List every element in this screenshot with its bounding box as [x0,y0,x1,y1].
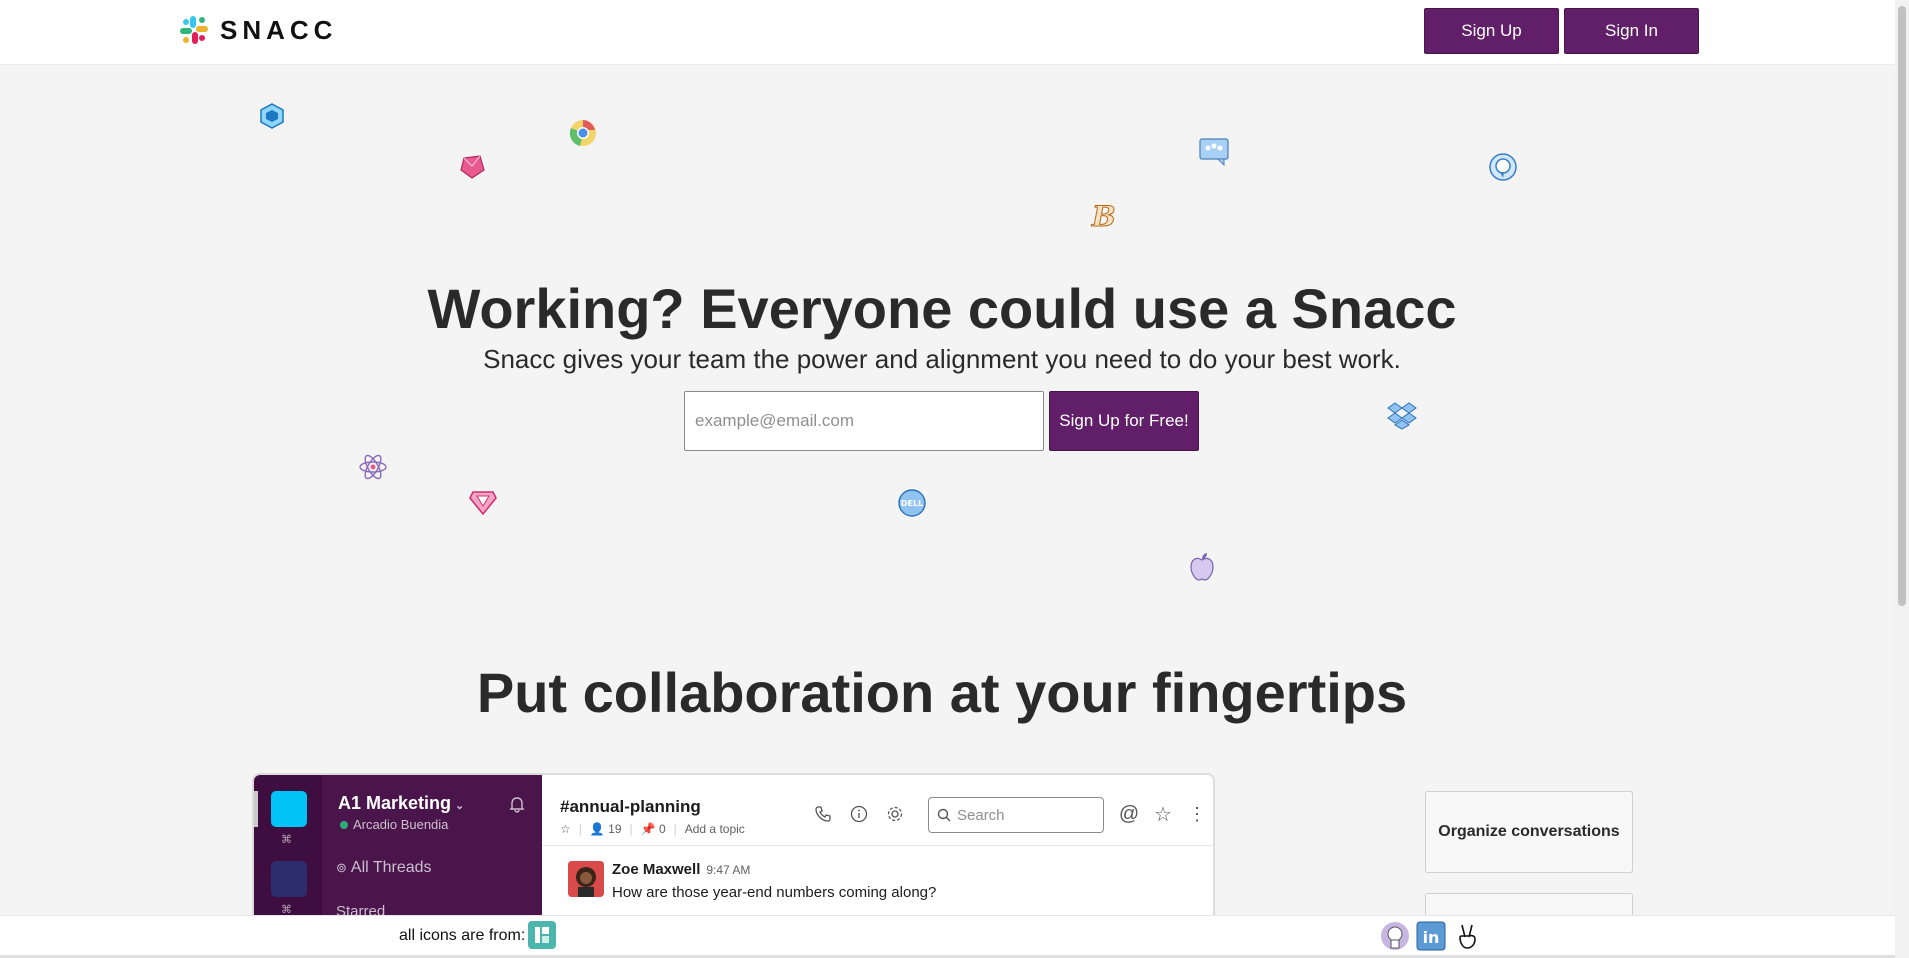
footer: all icons are from: in [0,915,1895,955]
webpack-icon [260,103,284,129]
hero-title: Working? Everyone could use a Snacc [427,277,1457,340]
all-threads-item[interactable]: ⊚ All Threads [336,859,432,877]
logo-text: SNACC [220,14,338,45]
amazon-alexa-icon [1489,153,1517,181]
pins-count[interactable]: 📌 0 [641,822,666,836]
team-chat-icon [1199,138,1229,167]
gear-icon[interactable] [884,803,906,825]
avatar[interactable] [568,861,604,897]
vertical-scrollbar[interactable] [1895,0,1909,958]
logo[interactable]: SNACC [178,14,337,46]
email-input[interactable] [684,391,1044,451]
chevron-down-icon: ⌄ [455,800,465,812]
sign-up-free-button[interactable]: Sign Up for Free! [1049,391,1199,451]
message-author[interactable]: Zoe Maxwell 9:47 AM [612,861,750,878]
workspace-2-icon[interactable] [271,861,307,897]
section-title: Put collaboration at your fingertips [476,661,1408,724]
current-user: Arcadio Buendia [340,817,448,832]
active-workspace-indicator [254,791,258,827]
dropbox-icon [1387,402,1417,430]
message-time: 9:47 AM [706,863,751,877]
hero-subtitle: Snacc gives your team the power and alig… [483,344,1401,374]
linkedin-icon[interactable]: in [1416,921,1446,951]
channel-name[interactable]: #annual-planning [560,797,701,817]
channel-search-input[interactable]: Search [928,797,1104,833]
at-mention-icon[interactable]: @ [1118,803,1140,825]
github-icon[interactable] [1380,921,1410,951]
svg-text:B: B [1091,200,1116,232]
svg-text:DELL: DELL [901,499,923,508]
angellist-icon[interactable] [1452,921,1482,951]
react-icon [359,454,387,480]
bootstrap-icon: B [1091,200,1117,233]
chrome-icon [569,120,596,146]
phone-icon[interactable] [812,803,834,825]
header-actions: @ ☆ ⋮ [1118,803,1208,826]
channel-meta: ☆ | 👤 19 | 📌 0 | Add a topic [560,822,745,836]
sign-up-button[interactable]: Sign Up [1424,8,1559,54]
team-name[interactable]: A1 Marketing ⌄ [338,793,464,814]
more-vertical-icon[interactable]: ⋮ [1186,803,1208,825]
search-placeholder: Search [957,806,1005,824]
dell-icon: DELL [898,489,926,517]
members-count[interactable]: 👤 19 [590,822,622,836]
workspace-1-icon[interactable] [271,791,307,827]
feature-card-organize[interactable]: Organize conversations [1425,791,1633,873]
svg-text:in: in [1423,928,1440,947]
info-icon[interactable] [848,803,870,825]
message-text: How are those year-end numbers coming al… [612,884,937,901]
icon-credit-text: all icons are from: [399,927,526,944]
search-icon [937,808,951,822]
add-topic-link[interactable]: Add a topic [685,822,745,836]
icon-source-logo[interactable] [528,921,556,949]
scrollbar-thumb[interactable] [1898,6,1906,606]
star-icon[interactable]: ☆ [1152,803,1174,826]
bell-icon[interactable] [508,795,526,813]
gem-icon [469,491,497,516]
site-header: SNACC Sign Up Sign In [0,0,1895,65]
ruby-icon [460,155,485,179]
snacc-logo-icon [178,14,210,46]
online-status-icon [340,820,348,829]
apple-icon [1190,553,1214,581]
star-outline-icon[interactable]: ☆ [560,822,571,836]
header-divider [542,845,1213,846]
sign-in-button[interactable]: Sign In [1564,8,1699,54]
threads-icon: ⊚ [336,860,347,875]
channel-actions [812,803,906,825]
workspace-1-shortcut: ⌘ [281,834,292,846]
